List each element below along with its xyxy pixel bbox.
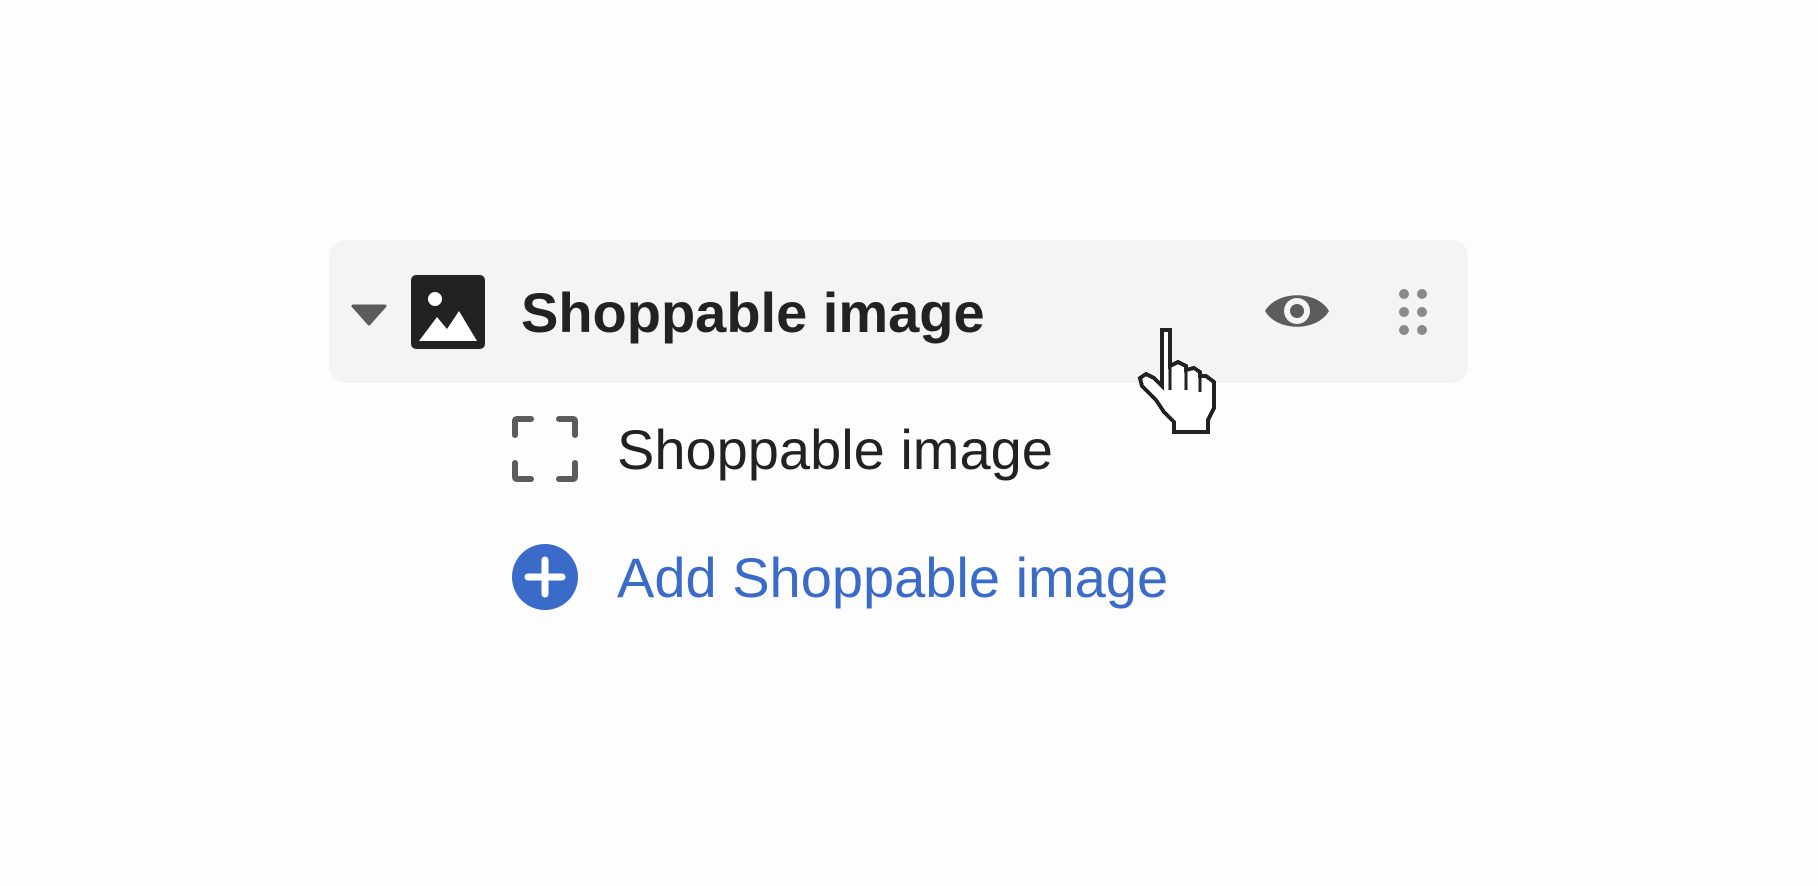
eye-icon[interactable]: [1263, 284, 1331, 338]
theme-editor-section-panel: Shoppable image Shoppable image Add Shop…: [0, 0, 1818, 886]
image-icon: [411, 275, 485, 349]
frame-icon: [511, 415, 579, 483]
section-title: Shoppable image: [521, 281, 985, 344]
collapse-chevron-icon[interactable]: [349, 300, 389, 330]
plus-circle-icon[interactable]: [512, 544, 578, 610]
hand-pointer-cursor-icon: [1136, 326, 1220, 436]
block-item-label[interactable]: Shoppable image: [617, 415, 1053, 485]
drag-handle-icon[interactable]: [1397, 288, 1429, 336]
add-block-link[interactable]: Add Shoppable image: [617, 543, 1168, 613]
